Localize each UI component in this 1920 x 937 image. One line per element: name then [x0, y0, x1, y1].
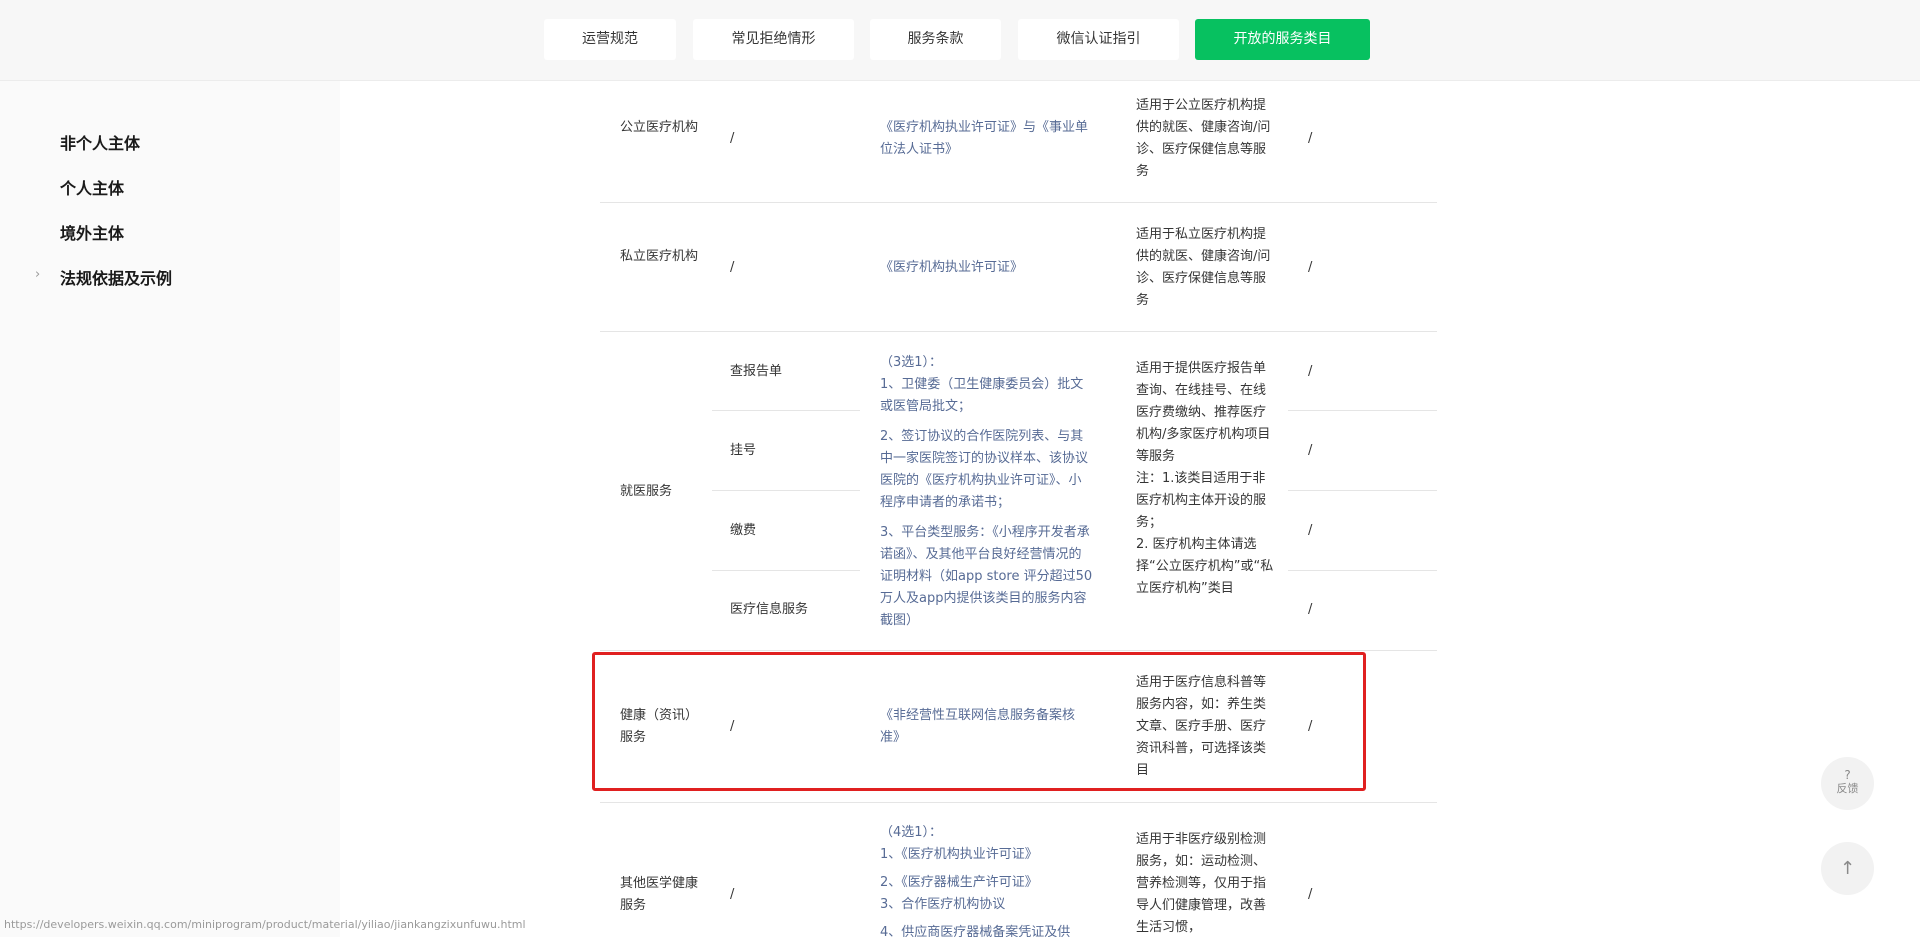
row-medical-qualification: （3选1）： 1、卫健委（卫生健康委员会）批文或医管局批文； 2、签订协议的合作… — [880, 352, 1094, 632]
nav-button-wechat-cert[interactable]: 微信认证指引 — [1018, 19, 1179, 60]
row-medical-sub-register-extra: / — [1308, 443, 1313, 458]
sub-row-divider — [1288, 490, 1437, 491]
row-other-description-wrap: 适用于非医疗级别检测服务，如：运动检测、营养检测等，仅用于指导人们健康管理，改善… — [1136, 829, 1274, 937]
sidebar-item-personal[interactable]: 个人主体 — [60, 175, 124, 199]
qualification-item: 1、《医疗机构执业许可证》 — [880, 847, 1038, 862]
row-medical-sub-payment-extra: / — [1308, 523, 1313, 538]
nav-button-operation-rules[interactable]: 运营规范 — [544, 19, 676, 60]
row-private-extra: / — [1308, 260, 1313, 275]
row-divider — [600, 802, 1437, 803]
row-public-extra: / — [1308, 131, 1313, 146]
row-medical-name: 就医服务 — [620, 484, 673, 499]
sub-row-divider — [712, 490, 860, 491]
sub-row-divider — [1288, 410, 1437, 411]
qualification-head: （4选1）： — [880, 825, 943, 840]
row-public-qualification: 《医疗机构执业许可证》与《事业单位法人证书》 — [880, 120, 1089, 157]
row-other-sub: / — [730, 887, 735, 902]
chevron-right-icon: › — [35, 267, 41, 282]
sidebar-item-regulations[interactable]: 法规依据及示例 — [60, 265, 172, 289]
description-note: 注：1.该类目适用于非医疗机构主体开设的服务； — [1136, 471, 1267, 530]
row-public-name: 公立医疗机构 — [620, 120, 699, 135]
row-other-qualification: （4选1）： 1、《医疗机构执业许可证》 2、《医疗器械生产许可证》 3、合作医… — [880, 822, 1094, 937]
qualification-item: 2、《医疗器械生产许可证》 — [880, 875, 1038, 890]
sidebar-item-non-personal[interactable]: 非个人主体 — [60, 130, 140, 154]
description-text: 适用于提供医疗报告单查询、在线挂号、在线医疗费缴纳、推荐医疗机构/多家医疗机构项… — [1136, 361, 1271, 464]
row-medical-sub-report: 查报告单 — [730, 364, 783, 379]
nav-button-terms[interactable]: 服务条款 — [870, 19, 1001, 60]
nav-button-service-categories[interactable]: 开放的服务类目 — [1195, 19, 1370, 60]
row-other-name: 其他医学健康服务 — [620, 876, 699, 913]
row-private-description: 适用于私立医疗机构提供的就医、健康咨询/问诊、医疗保健信息等服务 — [1136, 227, 1271, 308]
qualification-item: 3、平台类型服务：《小程序开发者承诺函》、及其他平台良好经营情况的证明材料（如a… — [880, 525, 1093, 628]
row-medical-sub-register: 挂号 — [730, 443, 757, 458]
qualification-item: 1、卫健委（卫生健康委员会）批文或医管局批文； — [880, 377, 1084, 414]
row-public-description: 适用于公立医疗机构提供的就医、健康咨询/问诊、医疗保健信息等服务 — [1136, 98, 1271, 179]
row-private-name: 私立医疗机构 — [620, 249, 699, 264]
row-other-extra: / — [1308, 887, 1313, 902]
feedback-button[interactable]: ? 反馈 — [1821, 757, 1874, 810]
row-divider — [600, 331, 1437, 332]
sidebar: 非个人主体 个人主体 境外主体 › 法规依据及示例 — [0, 81, 340, 937]
row-private-sub: / — [730, 260, 735, 275]
feedback-label: 反馈 — [1836, 782, 1859, 795]
back-to-top-button[interactable]: ↑ — [1821, 842, 1874, 895]
sub-row-divider — [712, 570, 860, 571]
qualification-item: 3、合作医疗机构协议 — [880, 897, 1006, 912]
row-medical-description: 适用于提供医疗报告单查询、在线挂号、在线医疗费缴纳、推荐医疗机构/多家医疗机构项… — [1136, 358, 1274, 600]
sub-row-divider — [1288, 570, 1437, 571]
sub-row-divider — [712, 410, 860, 411]
row-public-sub: / — [730, 131, 735, 146]
row-medical-sub-info: 医疗信息服务 — [730, 602, 809, 617]
sidebar-item-overseas[interactable]: 境外主体 — [60, 220, 124, 244]
row-divider — [600, 202, 1437, 203]
qualification-item: 4、供应商医疗器械备案凭证及供 — [880, 925, 1071, 937]
nav-button-rejection-cases[interactable]: 常见拒绝情形 — [693, 19, 854, 60]
row-private-qualification: 《医疗机构执业许可证》 — [880, 260, 1024, 275]
highlight-box — [592, 652, 1366, 791]
row-other-description: 适用于非医疗级别检测服务，如：运动检测、营养检测等，仅用于指导人们健康管理，改善… — [1136, 832, 1267, 935]
top-nav: 运营规范 常见拒绝情形 服务条款 微信认证指引 开放的服务类目 — [0, 0, 1920, 81]
arrow-up-icon: ↑ — [1839, 858, 1856, 879]
row-medical-sub-report-extra: / — [1308, 364, 1313, 379]
description-note: 2. 医疗机构主体请选择“公立医疗机构”或“私立医疗机构”类目 — [1136, 537, 1274, 596]
question-icon: ? — [1844, 768, 1851, 782]
row-medical-sub-payment: 缴费 — [730, 523, 757, 538]
qualification-item: 2、签订协议的合作医院列表、与其中一家医院签订的协议样本、该协议医院的《医疗机构… — [880, 429, 1089, 510]
qualification-head: （3选1）： — [880, 355, 943, 370]
status-url: https://developers.weixin.qq.com/minipro… — [4, 918, 526, 931]
row-medical-sub-info-extra: / — [1308, 602, 1313, 617]
row-divider — [600, 650, 1437, 651]
